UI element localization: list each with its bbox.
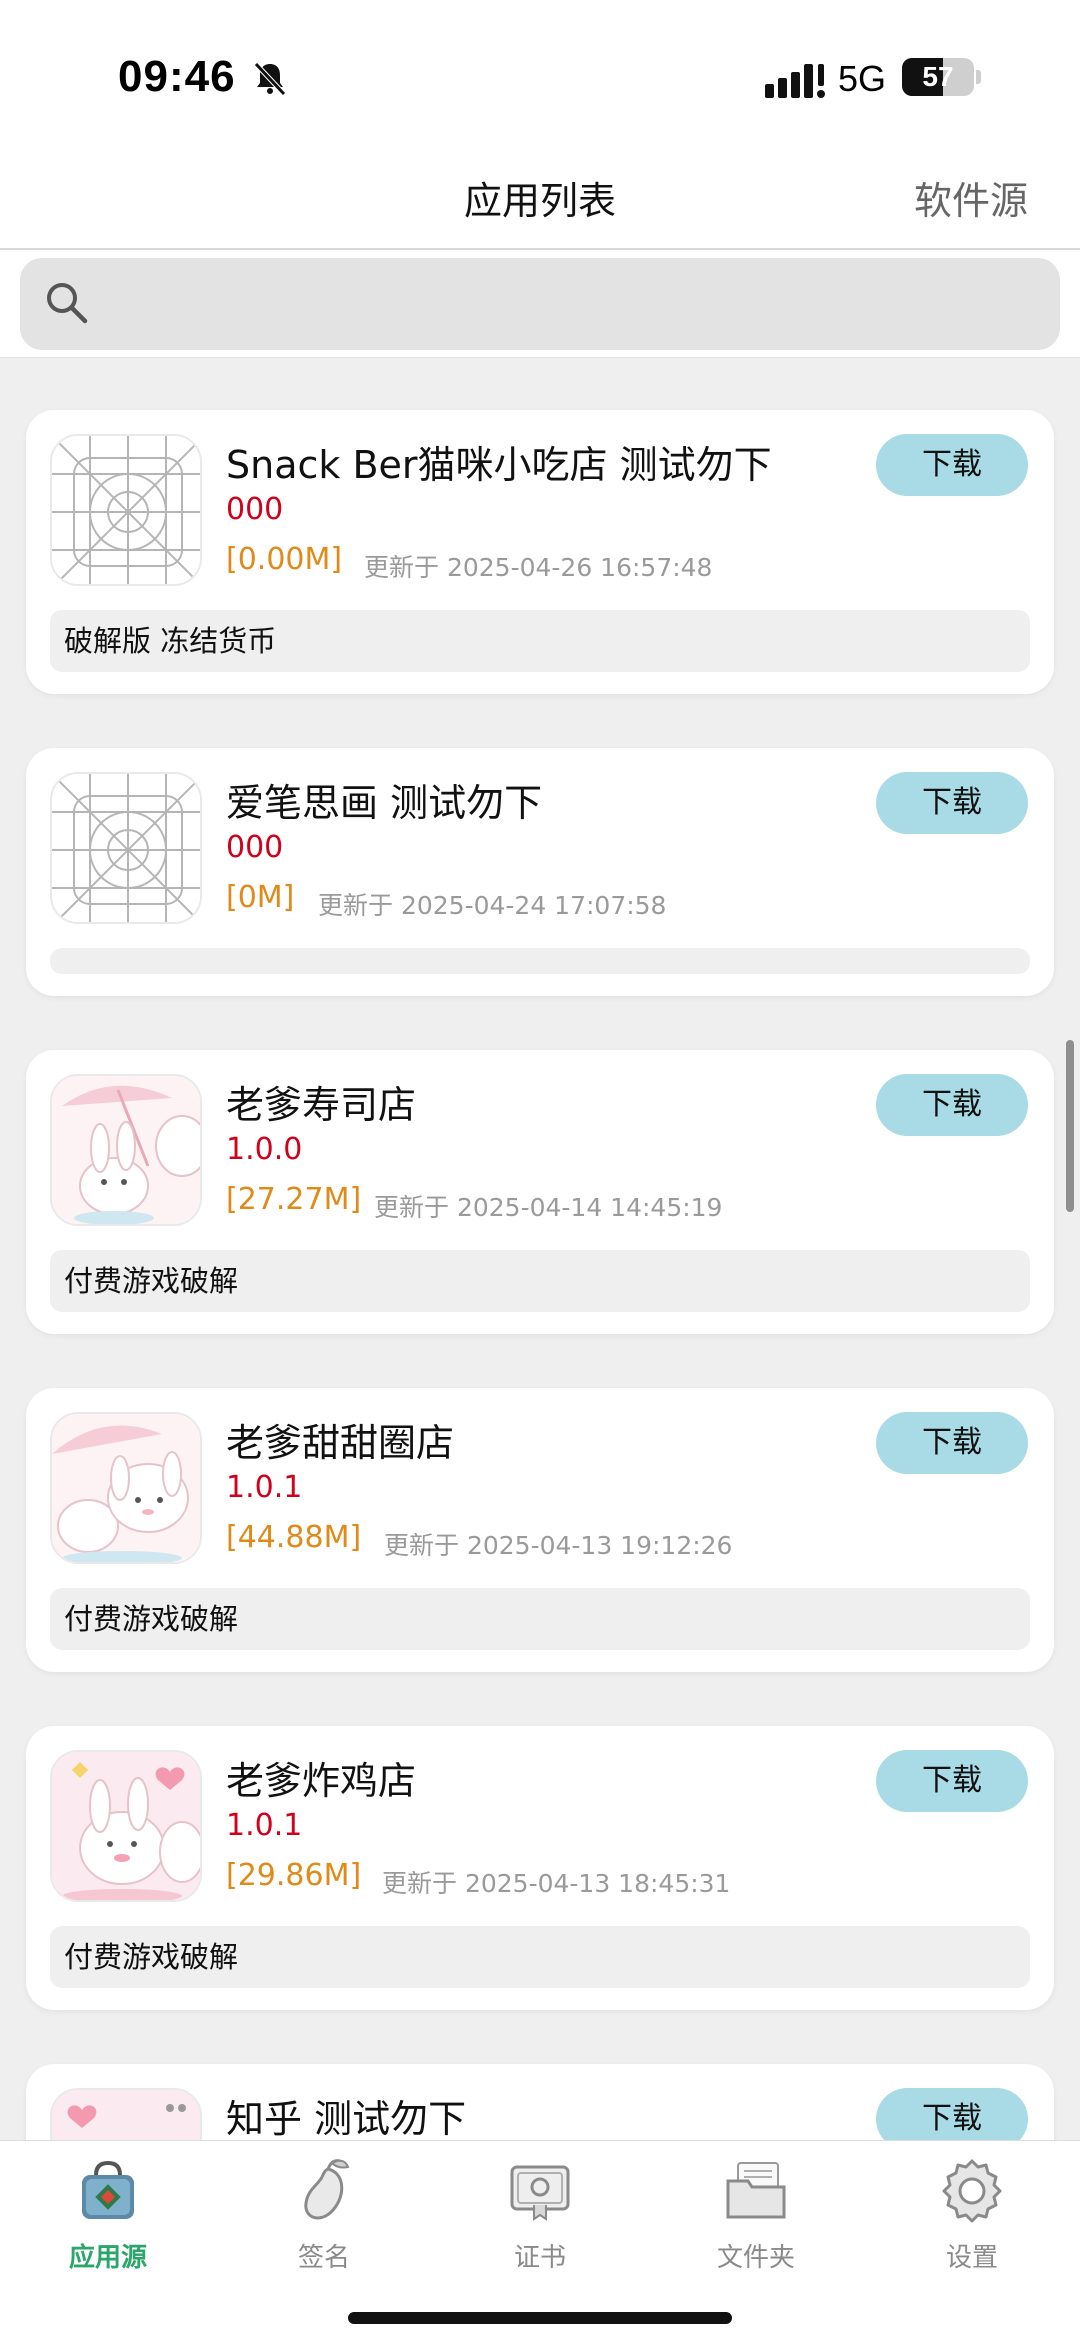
certificate-icon [510,2165,570,2221]
app-card[interactable]: 老爹甜甜圈店 1.0.1 [44.88M] 更新于 2025-04-13 19:… [26,1388,1054,1672]
placeholder-grid-icon [50,434,202,586]
app-version: 000 [226,830,284,865]
app-card[interactable]: Snack Ber猫咪小吃店 测试勿下 000 [0.00M] 更新于 2025… [26,410,1054,694]
tab-label: 证书 [513,2243,566,2273]
download-button[interactable]: 下载 [876,1750,1028,1812]
signature-mango-icon [304,2159,350,2220]
tab-app-source[interactable]: 应用源 [0,2155,216,2295]
scroll-indicator[interactable] [1066,1040,1074,1212]
app-name: 老爹寿司店 [226,1083,417,1127]
status-time: 09:46 [118,52,236,101]
search-bar[interactable] [20,258,1060,350]
app-name: 知乎 测试勿下 [226,2097,467,2140]
search-input[interactable] [110,258,1040,350]
settings-gear-icon [942,2159,1002,2223]
app-size: [27.27M] [226,1182,362,1217]
app-name: 爱笔思画 测试勿下 [226,781,543,825]
software-source-button[interactable]: 软件源 [914,170,1028,225]
home-indicator [348,2312,732,2324]
download-button[interactable]: 下载 [876,1412,1028,1474]
app-name: 老爹甜甜圈店 [226,1421,455,1465]
download-button[interactable]: 下载 [876,772,1028,834]
app-updated: 更新于 2025-04-13 19:12:26 [384,1531,733,1560]
bunny-umbrella-icon [50,1074,202,1226]
navigation-bar: 应用列表 软件源 [0,150,1080,250]
app-description: 付费游戏破解 [50,1250,1030,1312]
app-size: [0.00M] [226,542,343,577]
tab-label: 文件夹 [716,2243,795,2273]
app-name: Snack Ber猫咪小吃店 测试勿下 [226,443,772,487]
app-updated: 更新于 2025-04-26 16:57:48 [364,553,713,582]
bell-muted-icon [254,62,286,96]
app-updated: 更新于 2025-04-24 17:07:58 [318,891,667,920]
placeholder-grid-icon [50,772,202,924]
app-version: 1.0.1 [226,1808,303,1843]
app-version: 1.0.0 [226,1132,303,1167]
app-card[interactable]: 老爹炸鸡店 1.0.1 [29.86M] 更新于 2025-04-13 18:4… [26,1726,1054,2010]
signal-icon [765,64,825,98]
download-button[interactable]: 下载 [876,434,1028,496]
download-button[interactable]: 下载 [876,2088,1028,2140]
tab-signature[interactable]: 签名 [216,2155,432,2295]
app-list[interactable]: Snack Ber猫咪小吃店 测试勿下 000 [0.00M] 更新于 2025… [0,360,1080,2140]
app-card[interactable]: 爱笔思画 测试勿下 000 [0M] 更新于 2025-04-24 17:07:… [26,748,1054,996]
app-description: 付费游戏破解 [50,1926,1030,1988]
bunny-umbrella-icon [50,1412,202,1564]
app-updated: 更新于 2025-04-13 18:45:31 [382,1869,731,1898]
app-source-bag-icon [82,2160,134,2219]
app-screen: 09:46 5G 57 应用列表 软件源 Snack Ber猫咪小吃店 测试勿下… [0,0,1080,2346]
network-type: 5G [838,58,887,99]
tab-label: 应用源 [68,2243,147,2273]
tab-settings[interactable]: 设置 [864,2155,1080,2295]
app-description: 破解版 冻结货币 [50,610,1030,672]
app-size: [44.88M] [226,1520,362,1555]
battery-tip [976,70,981,84]
app-description: 付费游戏破解 [50,1588,1030,1650]
battery-indicator: 57 [902,58,974,96]
status-bar: 09:46 5G 57 [0,0,1080,150]
tab-certificate[interactable]: 证书 [432,2155,648,2295]
battery-percent: 57 [922,61,954,92]
app-size: [29.86M] [226,1858,362,1893]
folder-icon [726,2162,786,2219]
search-bar-container [0,250,1080,358]
bunny-hearts-icon [50,1750,202,1902]
tab-label: 签名 [297,2243,350,2273]
app-name: 老爹炸鸡店 [226,1759,417,1803]
search-icon [47,283,88,324]
app-size: [0M] [226,880,295,915]
app-version: 1.0.1 [226,1470,303,1505]
tab-label: 设置 [945,2243,998,2273]
app-updated: 更新于 2025-04-14 14:45:19 [374,1193,723,1222]
tab-folder[interactable]: 文件夹 [648,2155,864,2295]
bunny-hearts-icon [50,2088,202,2140]
app-card[interactable]: 知乎 测试勿下 下载 [26,2064,1054,2140]
app-description [50,948,1030,974]
app-card[interactable]: 老爹寿司店 1.0.0 [27.27M] 更新于 2025-04-14 14:4… [26,1050,1054,1334]
app-version: 000 [226,492,284,527]
download-button[interactable]: 下载 [876,1074,1028,1136]
